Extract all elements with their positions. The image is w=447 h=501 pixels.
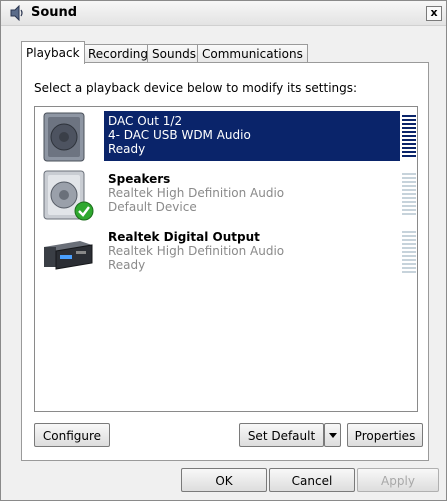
window-title: Sound — [31, 5, 78, 20]
tab-recording[interactable]: Recording — [83, 44, 154, 63]
sound-dialog: Sound x Playback Recording Sounds Commun… — [0, 0, 447, 501]
device-status: Ready — [108, 142, 146, 156]
apply-button[interactable]: Apply — [357, 468, 439, 492]
device-driver: Realtek High Definition Audio — [108, 244, 285, 258]
device-item-dac-out[interactable]: DAC Out 1/2 4- DAC USB WDM Audio Ready — [36, 109, 416, 165]
playback-panel: Select a playback device below to modify… — [21, 62, 429, 461]
close-button[interactable]: x — [426, 6, 442, 21]
tab-playback[interactable]: Playback — [21, 41, 85, 64]
device-name: DAC Out 1/2 — [108, 114, 183, 128]
tab-sounds[interactable]: Sounds — [147, 44, 202, 63]
tab-communications[interactable]: Communications — [197, 44, 308, 63]
title-bar[interactable]: Sound x — [1, 1, 446, 26]
cancel-button[interactable]: Cancel — [269, 468, 355, 492]
default-check-icon — [74, 201, 94, 221]
device-name: Speakers — [108, 172, 171, 186]
properties-button[interactable]: Properties — [347, 423, 423, 447]
chevron-down-icon — [329, 433, 337, 438]
volume-meter — [402, 231, 416, 273]
set-default-button[interactable]: Set Default — [239, 423, 324, 447]
device-name: Realtek Digital Output — [108, 230, 260, 244]
volume-meter — [402, 173, 416, 215]
instruction-text: Select a playback device below to modify… — [34, 81, 358, 95]
device-status: Ready — [108, 258, 146, 272]
set-default-dropdown[interactable] — [324, 423, 341, 447]
volume-meter — [402, 115, 416, 157]
ok-button[interactable]: OK — [181, 468, 267, 492]
speaker-app-icon — [10, 5, 23, 21]
device-status: Default Device — [108, 200, 197, 214]
device-driver: Realtek High Definition Audio — [108, 186, 285, 200]
configure-button[interactable]: Configure — [34, 423, 110, 447]
receiver-icon — [44, 241, 93, 270]
speaker-icon — [43, 112, 85, 162]
close-icon: x — [430, 6, 438, 19]
device-driver: 4- DAC USB WDM Audio — [108, 128, 251, 142]
device-list[interactable]: DAC Out 1/2 4- DAC USB WDM Audio Ready S… — [34, 106, 418, 412]
device-item-speakers[interactable]: Speakers Realtek High Definition Audio D… — [36, 167, 416, 223]
device-item-digital-output[interactable]: Realtek Digital Output Realtek High Defi… — [36, 225, 416, 281]
